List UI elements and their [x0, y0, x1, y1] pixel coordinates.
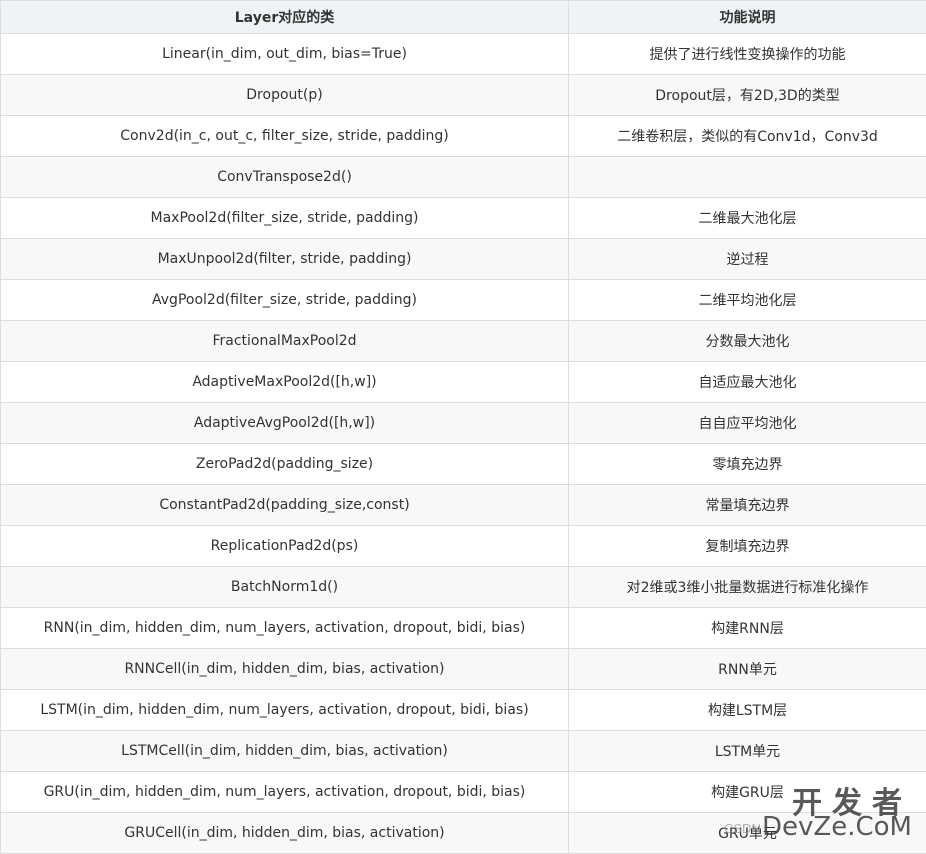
table-row: ReplicationPad2d(ps)复制填充边界	[1, 526, 926, 567]
description-cell: 二维最大池化层	[569, 198, 926, 239]
description-cell: GRU单元	[569, 813, 926, 854]
layer-class-cell: AdaptiveMaxPool2d([h,w])	[1, 362, 569, 403]
description-cell: 逆过程	[569, 239, 926, 280]
layer-class-cell: AvgPool2d(filter_size, stride, padding)	[1, 280, 569, 321]
table-row: ConvTranspose2d()	[1, 157, 926, 198]
header-row: Layer对应的类 功能说明	[1, 1, 926, 34]
table-row: LSTMCell(in_dim, hidden_dim, bias, activ…	[1, 731, 926, 772]
description-cell: Dropout层，有2D,3D的类型	[569, 75, 926, 116]
layer-class-cell: ZeroPad2d(padding_size)	[1, 444, 569, 485]
layer-class-cell: LSTM(in_dim, hidden_dim, num_layers, act…	[1, 690, 569, 731]
description-cell: 零填充边界	[569, 444, 926, 485]
table-row: Conv2d(in_c, out_c, filter_size, stride,…	[1, 116, 926, 157]
table-row: MaxUnpool2d(filter, stride, padding)逆过程	[1, 239, 926, 280]
table-row: BatchNorm1d()对2维或3维小批量数据进行标准化操作	[1, 567, 926, 608]
description-cell: 构建RNN层	[569, 608, 926, 649]
layer-class-cell: BatchNorm1d()	[1, 567, 569, 608]
layer-class-cell: ReplicationPad2d(ps)	[1, 526, 569, 567]
table-row: AdaptiveMaxPool2d([h,w])自适应最大池化	[1, 362, 926, 403]
description-cell: 常量填充边界	[569, 485, 926, 526]
layer-class-cell: GRUCell(in_dim, hidden_dim, bias, activa…	[1, 813, 569, 854]
layer-class-cell: Conv2d(in_c, out_c, filter_size, stride,…	[1, 116, 569, 157]
table-header: Layer对应的类 功能说明	[1, 1, 926, 34]
table-row: Dropout(p)Dropout层，有2D,3D的类型	[1, 75, 926, 116]
table-row: GRU(in_dim, hidden_dim, num_layers, acti…	[1, 772, 926, 813]
description-cell: 自自应平均池化	[569, 403, 926, 444]
layer-class-cell: RNN(in_dim, hidden_dim, num_layers, acti…	[1, 608, 569, 649]
description-cell: 对2维或3维小批量数据进行标准化操作	[569, 567, 926, 608]
layer-table: Layer对应的类 功能说明 Linear(in_dim, out_dim, b…	[0, 0, 926, 854]
description-cell: 提供了进行线性变换操作的功能	[569, 34, 926, 75]
table-row: Linear(in_dim, out_dim, bias=True)提供了进行线…	[1, 34, 926, 75]
description-cell: 复制填充边界	[569, 526, 926, 567]
description-cell: RNN单元	[569, 649, 926, 690]
table-row: RNNCell(in_dim, hidden_dim, bias, activa…	[1, 649, 926, 690]
description-cell: LSTM单元	[569, 731, 926, 772]
layer-class-cell: AdaptiveAvgPool2d([h,w])	[1, 403, 569, 444]
layer-class-cell: Dropout(p)	[1, 75, 569, 116]
table-row: FractionalMaxPool2d分数最大池化	[1, 321, 926, 362]
table-row: RNN(in_dim, hidden_dim, num_layers, acti…	[1, 608, 926, 649]
layer-class-cell: LSTMCell(in_dim, hidden_dim, bias, activ…	[1, 731, 569, 772]
description-cell: 自适应最大池化	[569, 362, 926, 403]
description-cell: 构建LSTM层	[569, 690, 926, 731]
layer-class-cell: MaxUnpool2d(filter, stride, padding)	[1, 239, 569, 280]
layer-class-cell: ConstantPad2d(padding_size,const)	[1, 485, 569, 526]
header-description: 功能说明	[569, 1, 926, 34]
table-row: AdaptiveAvgPool2d([h,w])自自应平均池化	[1, 403, 926, 444]
table-row: ZeroPad2d(padding_size)零填充边界	[1, 444, 926, 485]
table-row: LSTM(in_dim, hidden_dim, num_layers, act…	[1, 690, 926, 731]
layer-class-cell: FractionalMaxPool2d	[1, 321, 569, 362]
description-cell: 构建GRU层	[569, 772, 926, 813]
table-body: Linear(in_dim, out_dim, bias=True)提供了进行线…	[1, 34, 926, 854]
table-row: MaxPool2d(filter_size, stride, padding)二…	[1, 198, 926, 239]
description-cell: 分数最大池化	[569, 321, 926, 362]
header-layer-class: Layer对应的类	[1, 1, 569, 34]
table-row: ConstantPad2d(padding_size,const)常量填充边界	[1, 485, 926, 526]
table-row: AvgPool2d(filter_size, stride, padding)二…	[1, 280, 926, 321]
layer-class-cell: ConvTranspose2d()	[1, 157, 569, 198]
layer-class-cell: Linear(in_dim, out_dim, bias=True)	[1, 34, 569, 75]
description-cell: 二维卷积层，类似的有Conv1d，Conv3d	[569, 116, 926, 157]
layer-class-cell: GRU(in_dim, hidden_dim, num_layers, acti…	[1, 772, 569, 813]
description-cell	[569, 157, 926, 198]
layer-class-cell: RNNCell(in_dim, hidden_dim, bias, activa…	[1, 649, 569, 690]
table-row: GRUCell(in_dim, hidden_dim, bias, activa…	[1, 813, 926, 854]
description-cell: 二维平均池化层	[569, 280, 926, 321]
layer-class-cell: MaxPool2d(filter_size, stride, padding)	[1, 198, 569, 239]
